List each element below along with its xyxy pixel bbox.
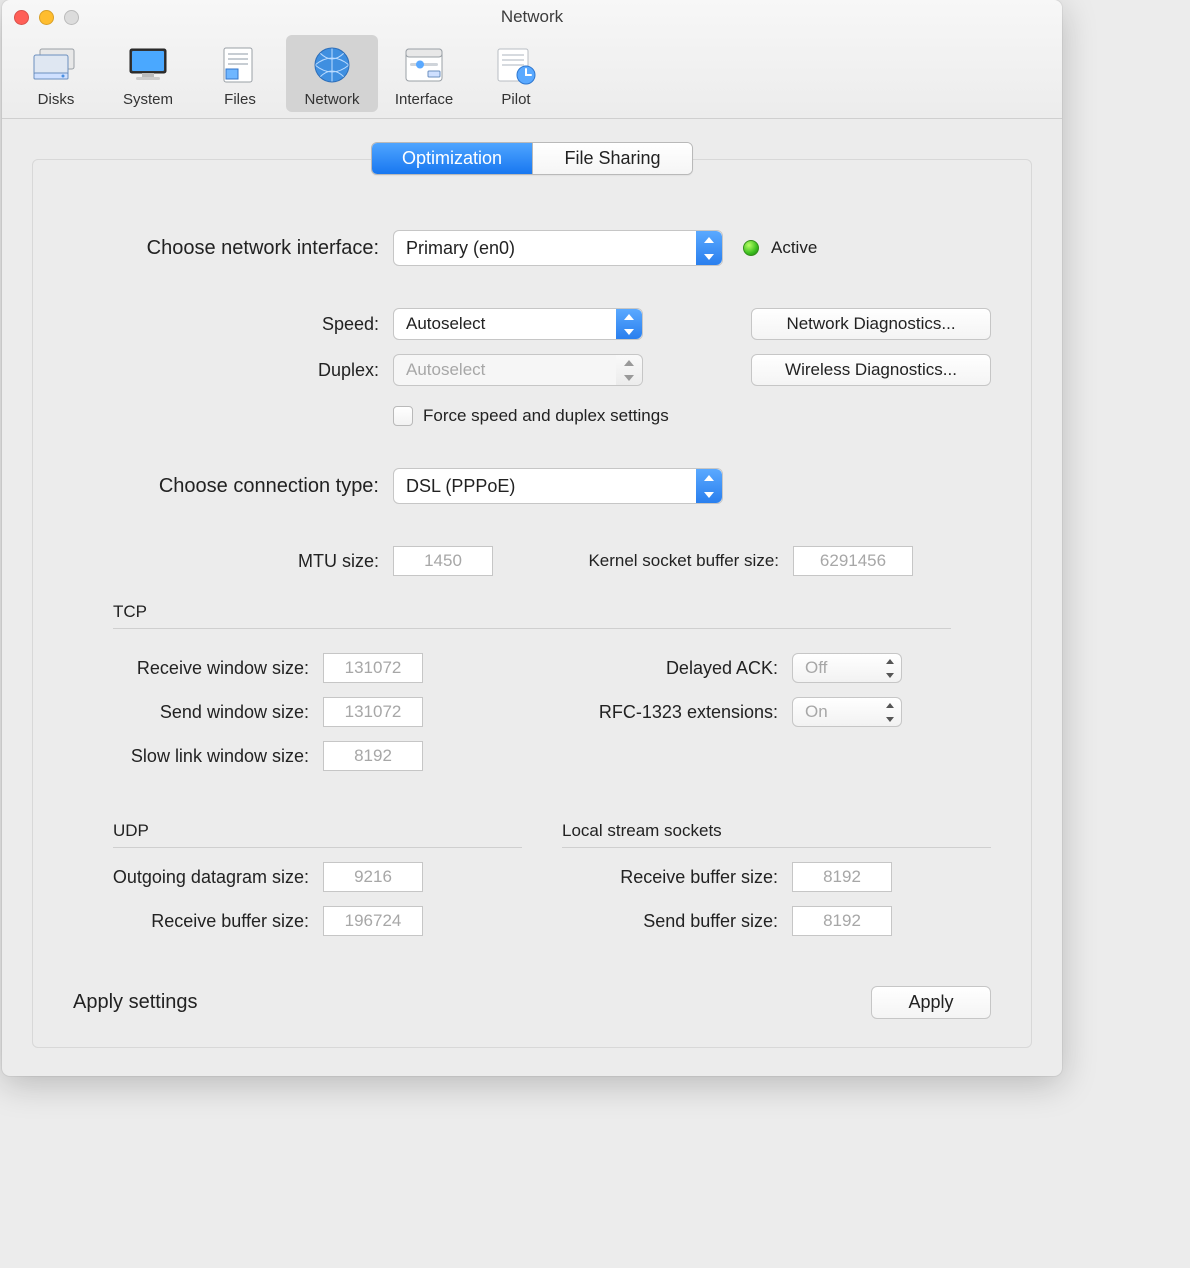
speed-popup[interactable]: Autoselect: [393, 308, 643, 340]
udp-heading: UDP: [73, 821, 522, 841]
pilot-icon: [492, 41, 540, 89]
panel: Optimization File Sharing Choose network…: [32, 159, 1032, 1048]
apply-settings-label: Apply settings: [73, 991, 198, 1014]
content: Optimization File Sharing Choose network…: [2, 119, 1062, 1076]
force-speed-label: Force speed and duplex settings: [423, 406, 669, 426]
duplex-label: Duplex:: [73, 360, 393, 381]
close-window-button[interactable]: [14, 10, 29, 25]
stepper-icon: [696, 231, 722, 265]
duplex-popup: Autoselect: [393, 354, 643, 386]
rfc-popup[interactable]: On: [792, 697, 902, 727]
interface-value: Primary (en0): [406, 238, 515, 259]
send-win-field[interactable]: [323, 697, 423, 727]
kbuf-field[interactable]: [793, 546, 913, 576]
divider: [113, 847, 522, 848]
divider: [113, 628, 951, 629]
lss-recv-field[interactable]: [792, 862, 892, 892]
status-label: Active: [771, 238, 817, 258]
stepper-icon: [879, 698, 901, 726]
tab-file-sharing[interactable]: File Sharing: [532, 143, 692, 174]
mtu-label: MTU size:: [73, 551, 393, 572]
stepper-icon: [879, 654, 901, 682]
slow-win-label: Slow link window size:: [73, 746, 323, 767]
disks-icon: [32, 41, 80, 89]
duplex-value: Autoselect: [406, 360, 485, 380]
speed-value: Autoselect: [406, 314, 485, 334]
divider: [562, 847, 991, 848]
speed-label: Speed:: [73, 314, 393, 335]
toolbar-item-network[interactable]: Network: [286, 35, 378, 112]
stepper-icon: [616, 355, 642, 385]
toolbar-item-label: Interface: [378, 91, 470, 108]
mtu-field[interactable]: [393, 546, 493, 576]
rfc-label: RFC-1323 extensions:: [542, 702, 792, 723]
toolbar-item-label: Files: [194, 91, 286, 108]
toolbar-item-system[interactable]: System: [102, 35, 194, 112]
apply-button[interactable]: Apply: [871, 986, 991, 1019]
toolbar-item-pilot[interactable]: Pilot: [470, 35, 562, 112]
udp-recv-field[interactable]: [323, 906, 423, 936]
kbuf-label: Kernel socket buffer size:: [553, 551, 793, 571]
delayed-ack-label: Delayed ACK:: [542, 658, 792, 679]
interface-icon: [400, 41, 448, 89]
window-title: Network: [2, 0, 1062, 31]
udp-recv-label: Receive buffer size:: [73, 911, 323, 932]
toolbar-item-interface[interactable]: Interface: [378, 35, 470, 112]
lss-send-field[interactable]: [792, 906, 892, 936]
network-diagnostics-button[interactable]: Network Diagnostics...: [751, 308, 991, 340]
recv-win-label: Receive window size:: [73, 658, 323, 679]
toolbar: Disks System: [2, 31, 1062, 118]
titlebar: Network Disks: [2, 0, 1062, 119]
wireless-diagnostics-button[interactable]: Wireless Diagnostics...: [751, 354, 991, 386]
tab-optimization[interactable]: Optimization: [372, 143, 532, 174]
interface-popup[interactable]: Primary (en0): [393, 230, 723, 266]
connection-type-label: Choose connection type:: [73, 475, 393, 498]
toolbar-item-label: Disks: [10, 91, 102, 108]
udp-out-label: Outgoing datagram size:: [73, 867, 323, 888]
connection-type-value: DSL (PPPoE): [406, 476, 515, 497]
choose-interface-label: Choose network interface:: [73, 237, 393, 260]
toolbar-item-disks[interactable]: Disks: [10, 35, 102, 112]
toolbar-item-label: System: [102, 91, 194, 108]
lss-recv-label: Receive buffer size:: [542, 867, 792, 888]
toolbar-item-label: Pilot: [470, 91, 562, 108]
files-icon: [216, 41, 264, 89]
system-icon: [124, 41, 172, 89]
slow-win-field[interactable]: [323, 741, 423, 771]
lss-heading: Local stream sockets: [542, 821, 991, 841]
delayed-ack-popup[interactable]: Off: [792, 653, 902, 683]
udp-out-field[interactable]: [323, 862, 423, 892]
network-icon: [308, 41, 356, 89]
delayed-ack-value: Off: [805, 658, 827, 678]
window: Network Disks: [2, 0, 1062, 1076]
rfc-value: On: [805, 702, 828, 722]
stepper-icon: [616, 309, 642, 339]
minimize-window-button[interactable]: [39, 10, 54, 25]
tabs-segmented: Optimization File Sharing: [371, 142, 693, 175]
toolbar-item-label: Network: [286, 91, 378, 108]
tcp-heading: TCP: [73, 602, 991, 622]
stepper-icon: [696, 469, 722, 503]
status-active-icon: [743, 240, 759, 256]
traffic-lights: [14, 10, 79, 25]
connection-type-popup[interactable]: DSL (PPPoE): [393, 468, 723, 504]
force-speed-checkbox[interactable]: [393, 406, 413, 426]
send-win-label: Send window size:: [73, 702, 323, 723]
recv-win-field[interactable]: [323, 653, 423, 683]
lss-send-label: Send buffer size:: [542, 911, 792, 932]
toolbar-item-files[interactable]: Files: [194, 35, 286, 112]
zoom-window-button[interactable]: [64, 10, 79, 25]
